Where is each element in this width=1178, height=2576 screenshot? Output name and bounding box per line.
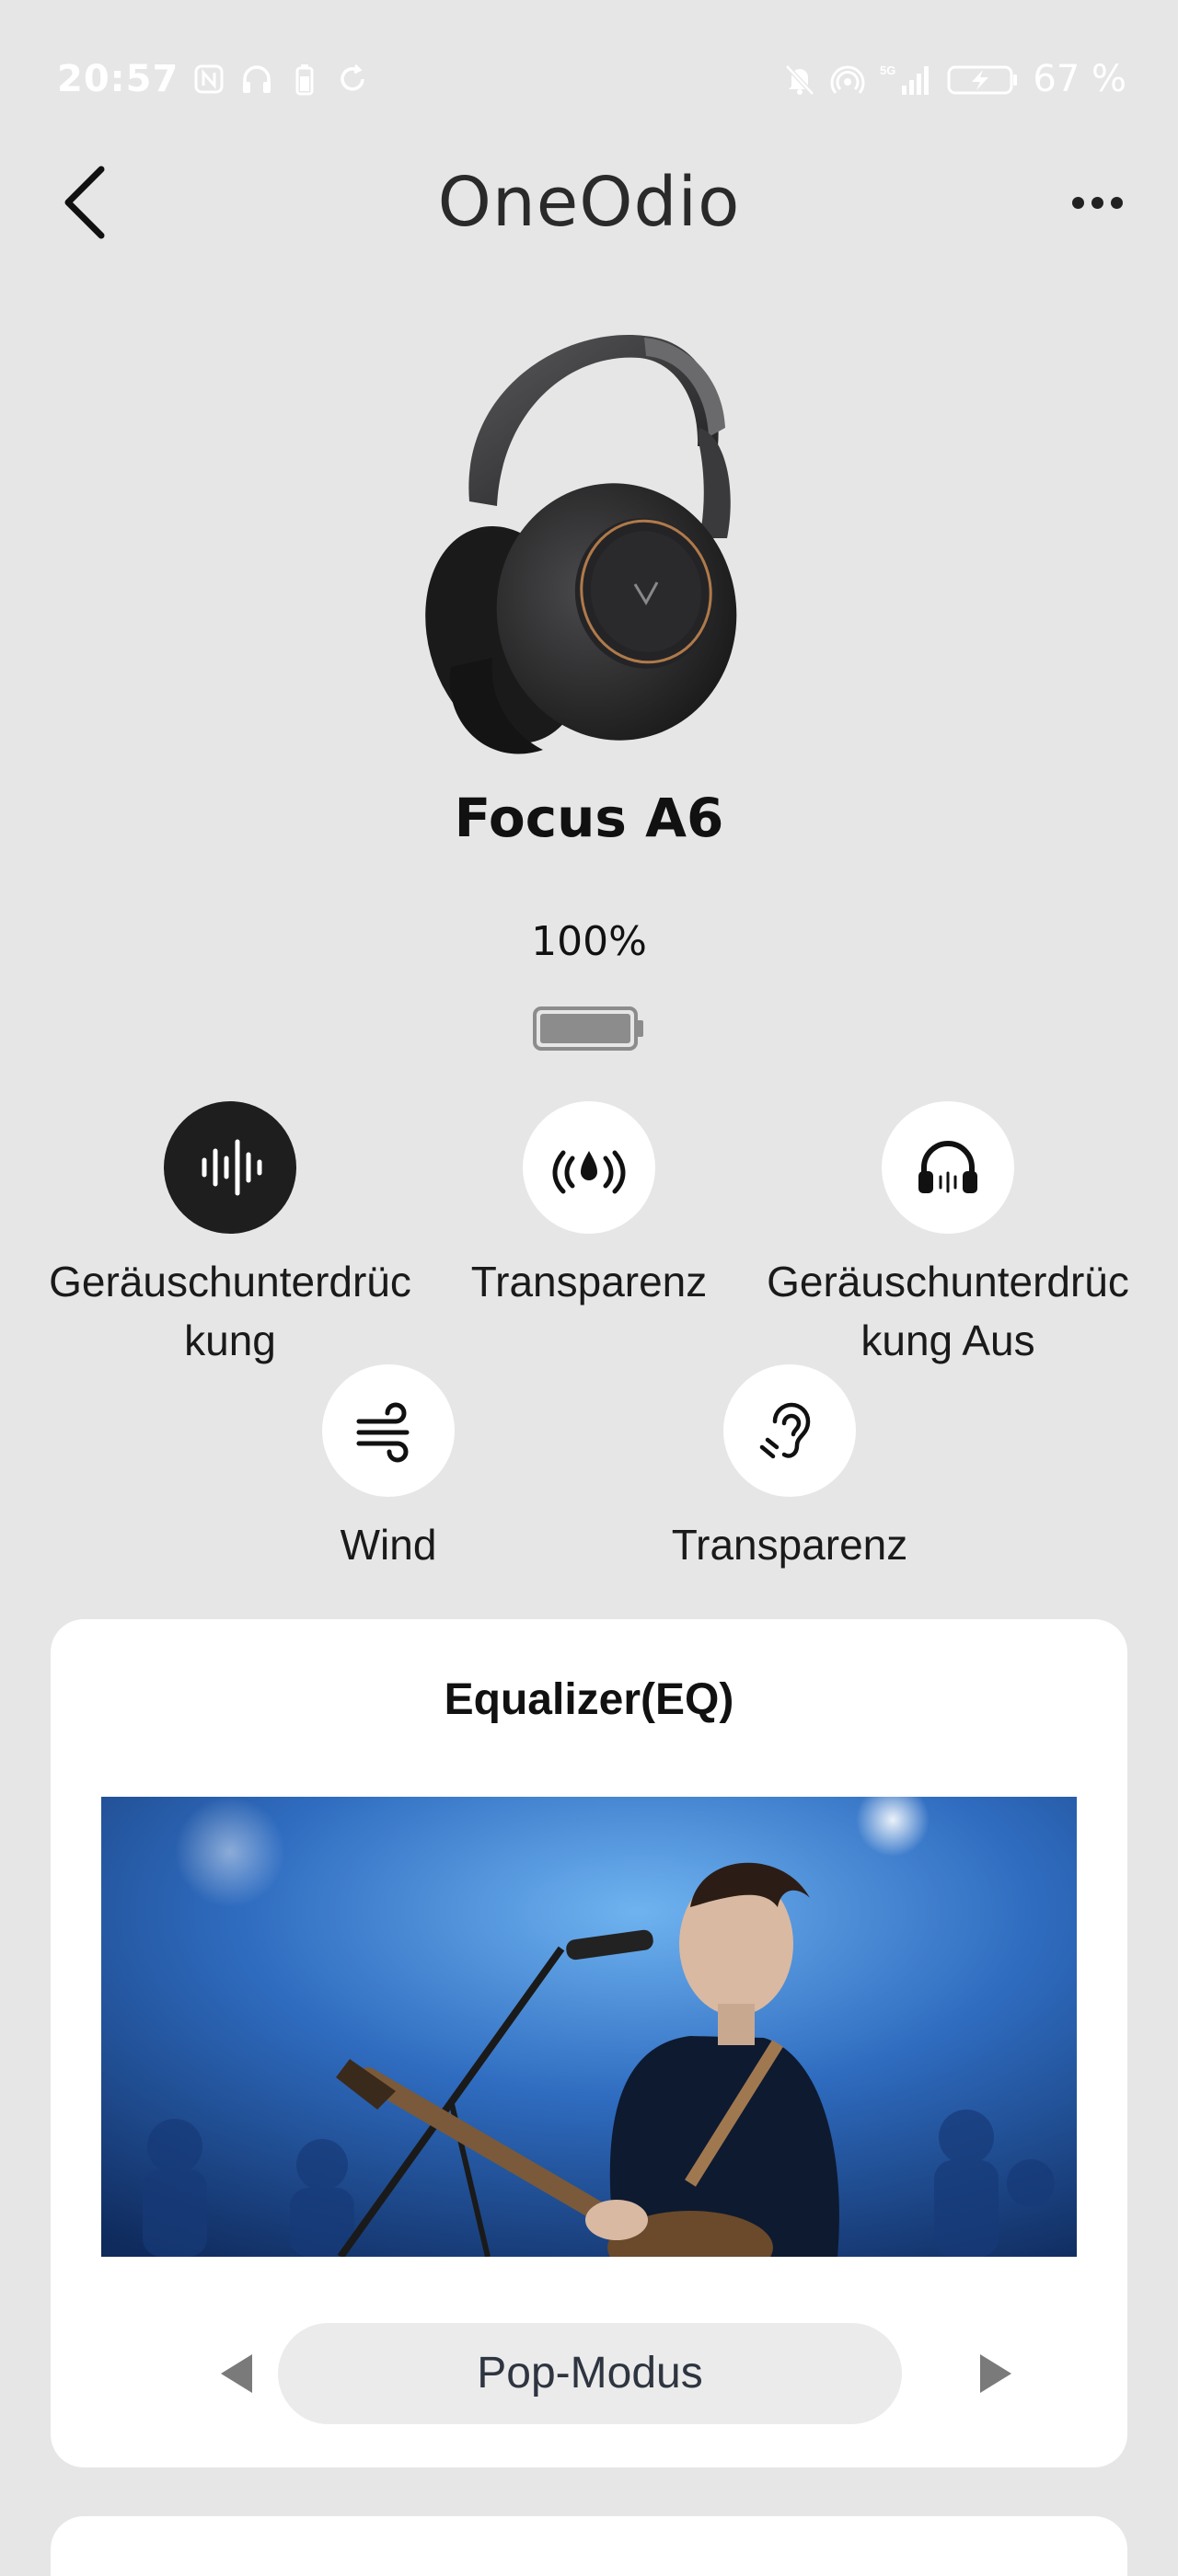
more-dot [1110, 196, 1123, 209]
mode-label: Geräuschunterdrückung [49, 1258, 411, 1364]
status-bar-left: 20:57 [57, 58, 370, 100]
triangle-left-icon [221, 2354, 252, 2393]
device-battery-icon [532, 1006, 646, 1052]
wind-icon [356, 1402, 410, 1463]
mode-label: Geräuschunterdrückung Aus [767, 1258, 1129, 1364]
equalizer-mode-image [101, 1797, 1077, 2257]
mode-noise-cancelling[interactable]: Geräuschunterdrückung [46, 1101, 414, 1370]
eq-previous-button[interactable] [205, 2343, 266, 2404]
mode-label: Transparenz [470, 1258, 708, 1305]
mode-transparency-ear[interactable]: Transparenz [606, 1364, 974, 1574]
headphones-product-image [405, 317, 773, 777]
mode-transparency[interactable]: Transparenz [405, 1101, 773, 1311]
battery-charging-icon [946, 62, 1020, 97]
battery-fill [540, 1014, 630, 1043]
ear-icon [759, 1402, 811, 1459]
mode-circle [523, 1101, 655, 1234]
mode-label: Transparenz [671, 1521, 908, 1569]
app-title: OneOdio [437, 163, 741, 242]
ambient-sound-icon [552, 1150, 626, 1194]
nfc-icon [191, 62, 226, 97]
mode-label: Wind [340, 1521, 437, 1569]
eq-next-button[interactable] [966, 2343, 1027, 2404]
eq-mode-selector[interactable]: Pop-Modus [278, 2323, 902, 2424]
network-type: 5G [880, 63, 895, 77]
signal-icon: 5G [878, 62, 933, 97]
device-name: Focus A6 [454, 787, 724, 849]
mode-wind[interactable]: Wind [204, 1364, 572, 1574]
mute-icon [782, 62, 817, 97]
mode-circle [882, 1101, 1014, 1234]
equalizer-card: Equalizer(EQ) Pop-Modus [51, 1619, 1127, 2467]
mode-noise-cancelling-off[interactable]: Geräuschunterdrückung Aus [764, 1101, 1132, 1370]
mode-circle [164, 1101, 296, 1234]
mode-circle [723, 1364, 856, 1497]
status-bar: 20:57 5G 67 % [0, 46, 1178, 112]
equalizer-controls: Pop-Modus [51, 2323, 1127, 2424]
mode-circle [322, 1364, 455, 1497]
status-battery-percent: 67 % [1033, 58, 1126, 100]
hotspot-icon [830, 62, 865, 97]
status-bar-right: 5G 67 % [782, 58, 1126, 100]
battery-small-icon [287, 62, 322, 97]
status-time: 20:57 [57, 58, 179, 100]
device-battery-percent: 100% [531, 918, 647, 965]
triangle-right-icon [980, 2354, 1011, 2393]
next-settings-card [51, 2516, 1127, 2576]
headphones-icon [239, 62, 274, 97]
sync-icon [335, 62, 370, 97]
soundwave-icon [202, 1139, 262, 1196]
app-header: OneOdio [0, 147, 1178, 258]
equalizer-title: Equalizer(EQ) [444, 1675, 734, 1724]
headphones-icon [918, 1141, 977, 1193]
more-dot [1091, 196, 1103, 209]
more-button[interactable] [1053, 169, 1141, 236]
more-horizontal-icon [1071, 196, 1084, 209]
